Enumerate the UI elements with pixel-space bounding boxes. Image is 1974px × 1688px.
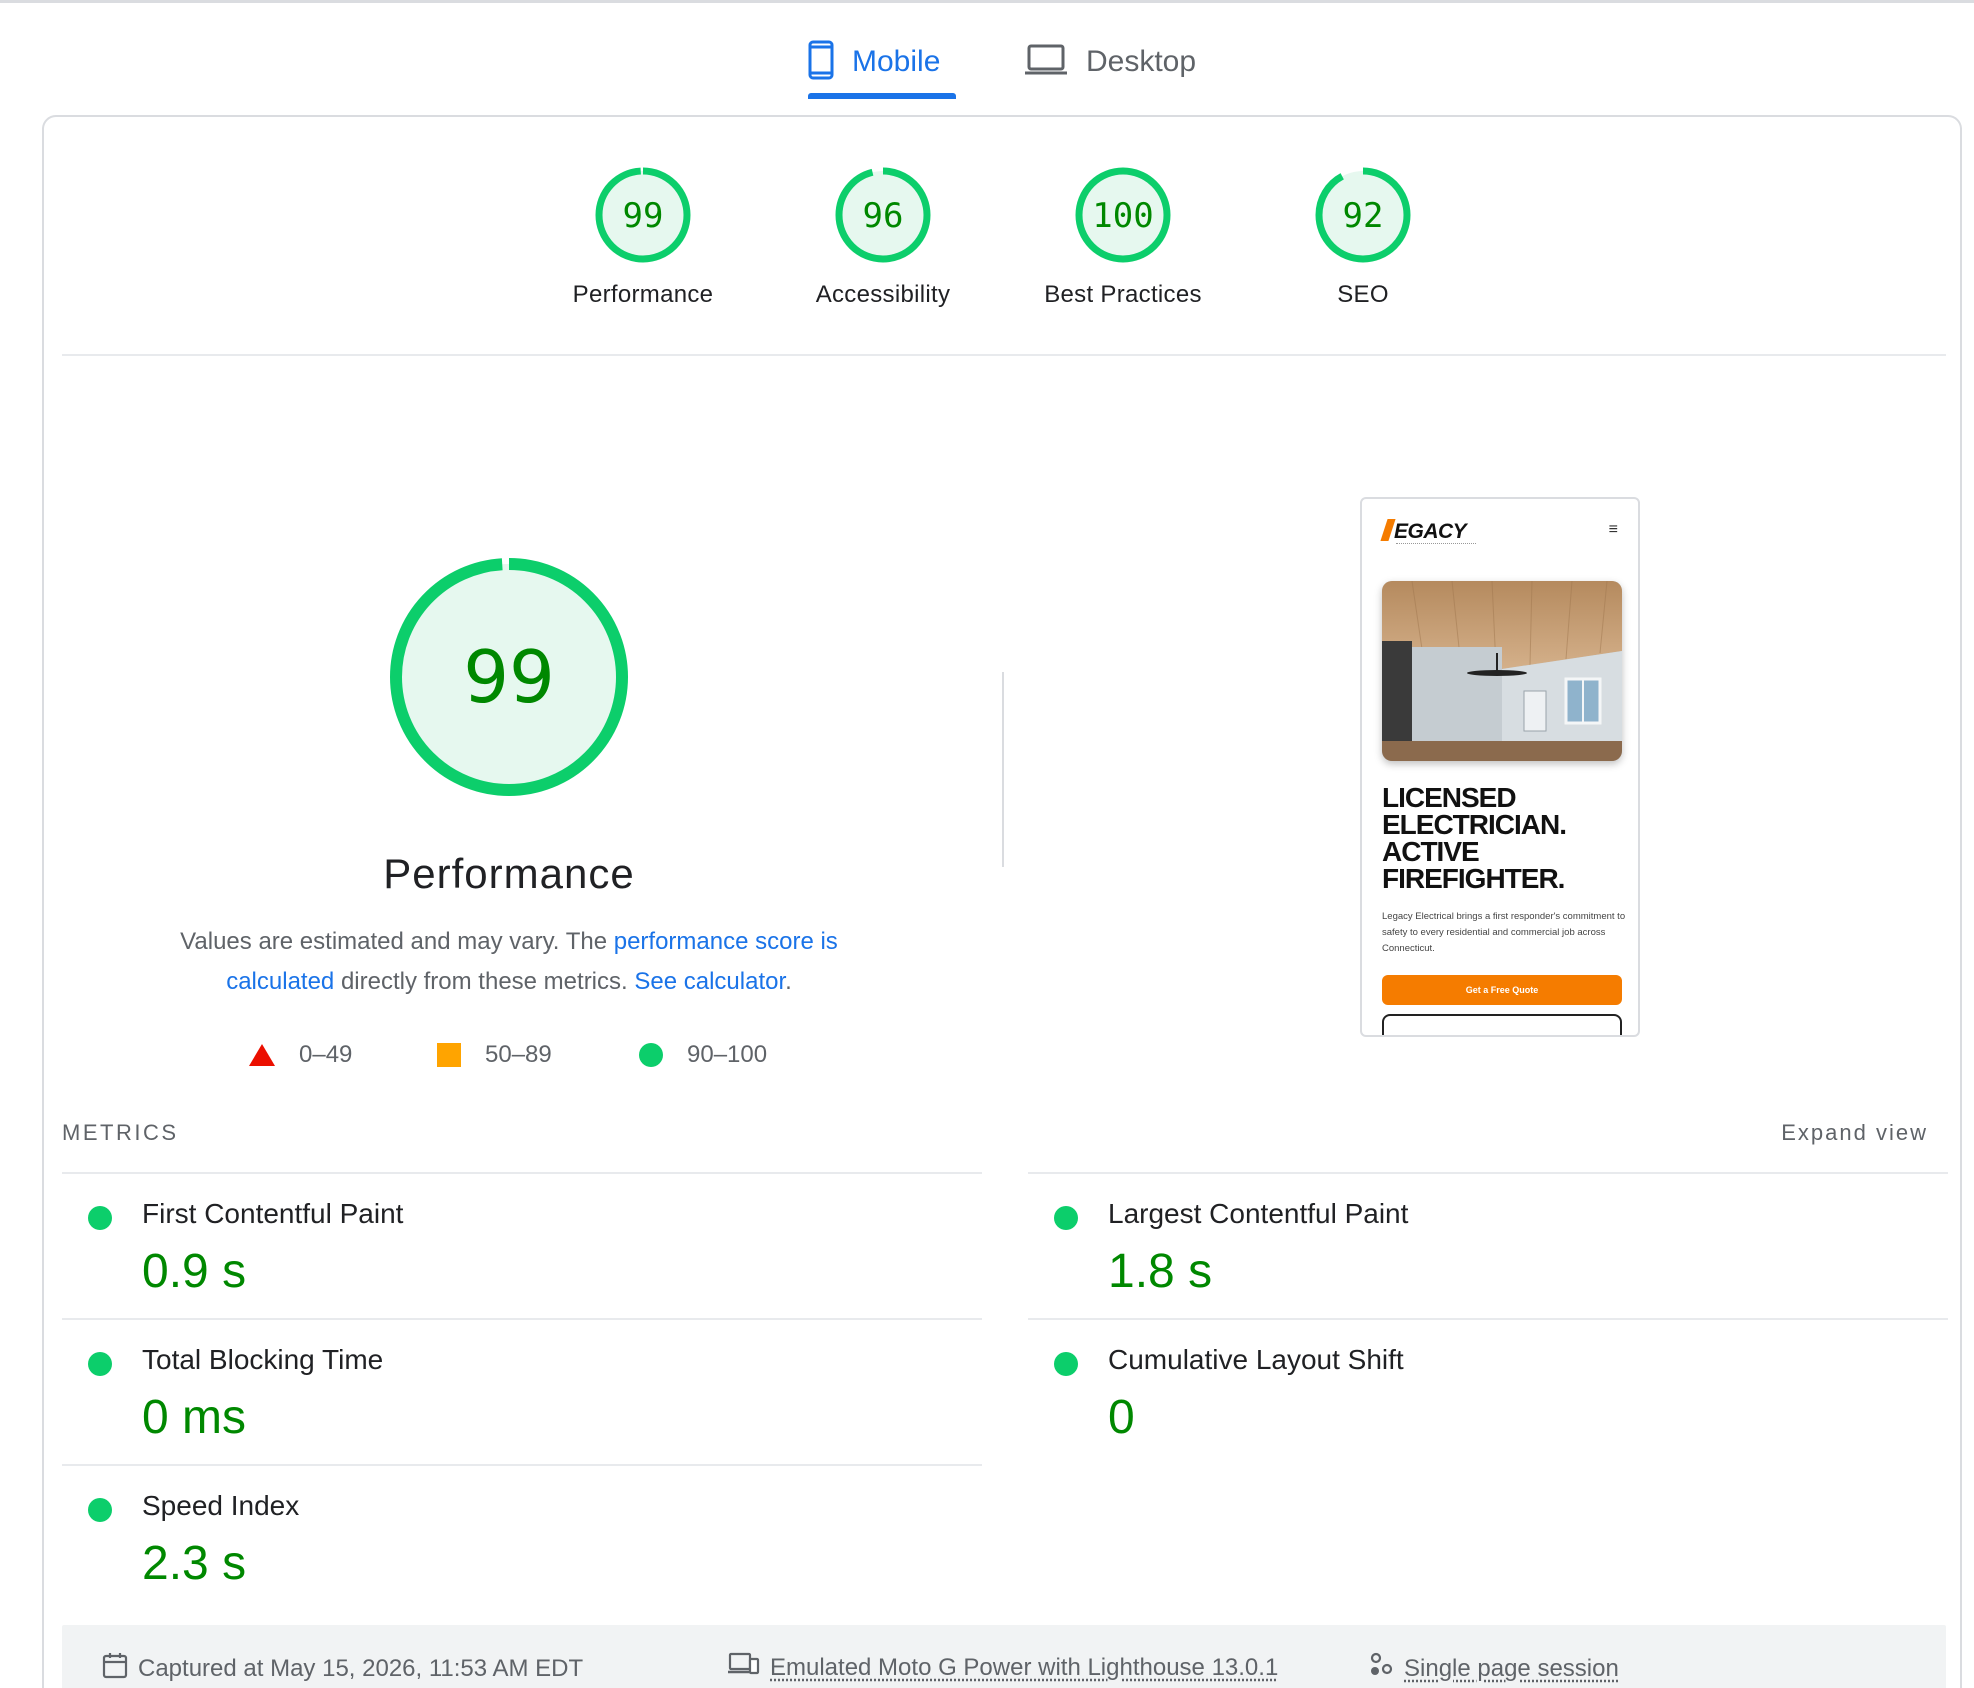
metric-value: 0.9 s [142,1245,247,1298]
site-logo: EGACY [1380,519,1467,544]
hamburger-menu-icon: ≡ [1608,521,1618,538]
logo-tagline-line [1396,543,1476,546]
metric-title: Cumulative Layout Shift [1108,1344,1404,1375]
description-text: Values are estimated and may vary. The [180,928,614,955]
laptop-icon [1024,43,1068,82]
category-label: Performance [572,281,714,308]
pass-indicator-icon [1054,1352,1078,1376]
captured-at: Captured at May 15, 2026, 11:53 AM EDT [102,1651,583,1686]
section-divider [62,354,1946,356]
score-value: 100 [1092,196,1153,236]
legend-average-range: 50–89 [485,1041,552,1068]
legend-fail: 0–49 [249,1037,352,1073]
metrics-heading: METRICS [62,1120,179,1145]
mobile-phone-icon [808,40,834,85]
green-circle-icon [639,1043,663,1067]
secondary-button [1382,1014,1622,1035]
emulated-device[interactable]: Emulated Moto G Power with Lighthouse 13… [728,1651,1278,1684]
session-type-link[interactable]: Single page session [1404,1655,1619,1683]
metric-speed-index: Speed Index 2.3 s [62,1464,982,1610]
session-icon [1368,1651,1394,1686]
score-gauge: 92 [1315,167,1411,263]
score-value: 92 [1343,196,1384,236]
session-type[interactable]: Single page session [1368,1651,1619,1686]
metric-value: 2.3 s [142,1537,247,1590]
runtime-settings: Captured at May 15, 2026, 11:53 AM EDT E… [62,1625,1946,1688]
score-value: 99 [623,196,664,236]
captured-at-text: Captured at May 15, 2026, 11:53 AM EDT [138,1654,584,1682]
performance-title: Performance [383,850,635,897]
score-gauge: 96 [835,167,931,263]
tab-desktop-label: Desktop [1086,45,1197,78]
legend-fail-range: 0–49 [299,1041,353,1068]
hero-photo [1382,581,1622,761]
score-value: 96 [863,196,904,236]
metric-value: 0 [1108,1391,1135,1444]
score-gauge: 99 [595,167,691,263]
emulated-device-link[interactable]: Emulated Moto G Power with Lighthouse 13… [770,1654,1278,1682]
performance-score-gauge: 99 [390,558,628,796]
top-rule [0,0,1974,3]
device-tabs: Mobile Desktop [0,22,1974,102]
legend-pass-range: 90–100 [687,1041,768,1068]
metric-title: First Contentful Paint [142,1198,404,1229]
report-card: 99 Performance 96 Accessibility 100 Best… [42,115,1962,1688]
category-label: Best Practices [1044,281,1202,308]
category-label: Accessibility [815,281,951,308]
free-quote-button: Get a Free Quote [1382,975,1622,1005]
red-triangle-icon [249,1044,275,1066]
metric-value: 0 ms [142,1391,247,1444]
category-gauge-accessibility[interactable]: 96 Accessibility [783,165,983,309]
tab-mobile[interactable]: Mobile [808,22,940,102]
tab-desktop[interactable]: Desktop [1024,22,1196,102]
metric-cumulative-layout-shift: Cumulative Layout Shift 0 [1028,1318,1948,1464]
pass-indicator-icon [88,1352,112,1376]
vertical-divider [1002,672,1004,867]
orange-square-icon [437,1043,461,1067]
performance-description: Values are estimated and may vary. The p… [164,922,854,1002]
hero-body-text: Legacy Electrical brings a first respond… [1382,911,1626,954]
category-gauge-best-practices[interactable]: 100 Best Practices [1023,165,1223,309]
category-gauge-seo[interactable]: 92 SEO [1263,165,1463,309]
pass-indicator-icon [88,1206,112,1230]
description-text: . [785,968,792,995]
description-text: directly from these metrics. [334,968,635,995]
metric-title: Speed Index [142,1490,300,1521]
tab-mobile-label: Mobile [852,45,941,78]
calendar-icon [102,1651,128,1686]
metric-value: 1.8 s [1108,1245,1213,1298]
metric-title: Largest Contentful Paint [1108,1198,1409,1229]
final-screenshot[interactable]: EGACY ≡ LICENSED ELECTRICIAN. ACTIVE FIR… [1360,497,1640,1037]
score-gauge: 100 [1075,167,1171,263]
category-score-row: 99 Performance 96 Accessibility 100 Best… [44,165,1960,308]
expand-view-toggle[interactable]: Expand view [1781,1120,1928,1146]
metric-title: Total Blocking Time [142,1344,384,1375]
hero-headline: LICENSED ELECTRICIAN. ACTIVE FIREFIGHTER… [1382,782,1567,894]
legend-average: 50–89 [437,1037,552,1073]
metric-first-contentful-paint: First Contentful Paint 0.9 s [62,1172,982,1318]
pass-indicator-icon [88,1498,112,1522]
pass-indicator-icon [1054,1206,1078,1230]
metric-total-blocking-time: Total Blocking Time 0 ms [62,1318,982,1464]
devices-icon [728,1651,760,1684]
category-gauge-performance[interactable]: 99 Performance [543,165,743,309]
see-calculator-link[interactable]: See calculator [634,968,785,995]
performance-score-value: 99 [463,635,555,719]
active-tab-indicator [808,93,956,99]
metric-largest-contentful-paint: Largest Contentful Paint 1.8 s [1028,1172,1948,1318]
legend-pass: 90–100 [639,1037,767,1073]
category-label: SEO [1337,281,1389,308]
site-logo-text: EGACY [1394,520,1467,543]
